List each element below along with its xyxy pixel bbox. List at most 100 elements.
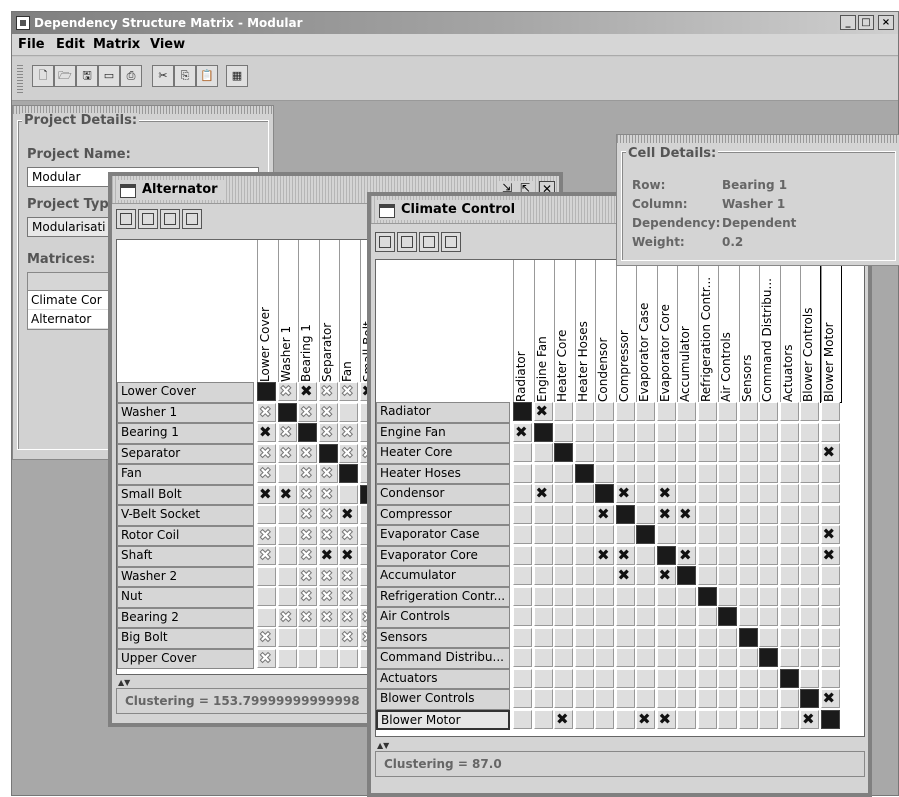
matrix-cell[interactable] [697, 709, 717, 729]
matrix-cell[interactable] [738, 443, 758, 462]
matrix-cell[interactable] [677, 525, 696, 544]
matrix-cell[interactable] [574, 709, 594, 729]
row-header[interactable]: Fan [117, 464, 254, 485]
new-icon[interactable]: 🗋 [32, 65, 54, 87]
matrix-cell[interactable] [636, 463, 655, 483]
diagonal-cell[interactable] [615, 504, 635, 524]
matrix-cell[interactable] [636, 484, 655, 503]
row-header[interactable]: Bearing 2 [117, 607, 254, 628]
weak-dependency-cell[interactable] [339, 382, 358, 401]
matrix-cell[interactable] [800, 463, 819, 483]
row-header[interactable]: Sensors [376, 627, 510, 648]
column-header[interactable]: Evaporator Core [656, 260, 678, 402]
matrix-cell[interactable] [554, 689, 573, 708]
matrix-cell[interactable] [595, 607, 614, 626]
diagonal-cell[interactable] [595, 484, 614, 503]
weak-dependency-cell[interactable] [318, 566, 338, 586]
column-header[interactable]: Blower Controls [800, 260, 821, 402]
dependency-cell[interactable] [800, 709, 819, 729]
matrix-cell[interactable] [339, 402, 358, 422]
matrix-cell[interactable] [820, 607, 840, 626]
matrix-cell[interactable] [277, 587, 297, 606]
matrix-cell[interactable] [656, 422, 676, 442]
matrix-cell[interactable] [339, 648, 358, 668]
matrix-cell[interactable] [738, 689, 758, 708]
dependency-cell[interactable] [656, 484, 676, 503]
matrix-cell[interactable] [257, 505, 276, 524]
matrix-cell[interactable] [820, 627, 840, 647]
matrix-cell[interactable] [800, 484, 819, 503]
matrix-cell[interactable] [697, 566, 717, 585]
matrix-cell[interactable] [759, 463, 778, 483]
matrix-cell[interactable] [513, 607, 532, 626]
matrix-cell[interactable] [759, 607, 778, 626]
save-icon[interactable]: 🖫 [76, 65, 98, 87]
matrix-cell[interactable] [779, 545, 799, 565]
matrix-cell[interactable] [554, 607, 573, 626]
matrix-cell[interactable] [656, 689, 676, 708]
matrix-cell[interactable] [820, 463, 840, 483]
matrix-cell[interactable] [636, 545, 655, 565]
matrix-cell[interactable] [800, 422, 819, 442]
matrix-cell[interactable] [718, 504, 737, 524]
row-header[interactable]: Radiator [376, 402, 510, 423]
minimize-button[interactable]: _ [840, 15, 856, 30]
weak-dependency-cell[interactable] [298, 607, 317, 627]
matrix-cell[interactable] [759, 525, 778, 544]
matrix-cell[interactable] [677, 627, 696, 647]
matrix-cell[interactable] [677, 648, 696, 667]
matrix-cell[interactable] [800, 545, 819, 565]
matrix-cell[interactable] [574, 484, 594, 503]
matrix-cell[interactable] [656, 402, 676, 421]
matrix-cell[interactable] [697, 545, 717, 565]
row-header[interactable]: Heater Core [376, 443, 510, 464]
column-header[interactable]: Lower Cover [257, 240, 278, 382]
matrix-cell[interactable] [615, 668, 635, 688]
matrix-cell[interactable] [738, 422, 758, 442]
dependency-cell[interactable] [615, 484, 635, 503]
split-view-icon[interactable] [375, 232, 395, 252]
matrix-cell[interactable] [779, 484, 799, 503]
weak-dependency-cell[interactable] [277, 382, 297, 401]
menu-matrix[interactable]: Matrix [93, 37, 140, 52]
diagonal-cell[interactable] [779, 668, 799, 688]
matrix-cell[interactable] [677, 402, 696, 421]
weak-dependency-cell[interactable] [298, 546, 317, 565]
matrix-cell[interactable] [554, 566, 573, 585]
matrix-cell[interactable] [677, 709, 696, 729]
matrix-cell[interactable] [779, 402, 799, 421]
weak-dependency-cell[interactable] [318, 402, 338, 422]
matrix-cell[interactable] [595, 689, 614, 708]
weak-dependency-cell[interactable] [257, 648, 276, 668]
matrix-cell[interactable] [779, 504, 799, 524]
weak-dependency-cell[interactable] [318, 423, 338, 442]
matrix-cell[interactable] [697, 443, 717, 462]
matrix-cell[interactable] [738, 709, 758, 729]
matrix-cell[interactable] [800, 586, 819, 606]
row-header[interactable]: Air Controls [376, 607, 510, 628]
matrix-cell[interactable] [759, 484, 778, 503]
weak-dependency-cell[interactable] [298, 525, 317, 545]
matrix-cell[interactable] [595, 422, 614, 442]
diagonal-cell[interactable] [513, 402, 532, 421]
matrix-cell[interactable] [574, 422, 594, 442]
column-header[interactable]: Sensors [738, 260, 760, 402]
matrix-cell[interactable] [820, 648, 840, 667]
matrix-cell[interactable] [759, 566, 778, 585]
weak-dependency-cell[interactable] [257, 402, 276, 422]
matrix-cell[interactable] [339, 484, 358, 504]
matrix-cell[interactable] [738, 607, 758, 626]
panel-grip[interactable] [617, 135, 899, 143]
matrix-cell[interactable] [533, 504, 553, 524]
matrix-cell[interactable] [718, 566, 737, 585]
matrix-cell[interactable] [718, 709, 737, 729]
dependency-cell[interactable] [339, 546, 358, 565]
matrix-cell[interactable] [615, 648, 635, 667]
matrix-cell[interactable] [533, 566, 553, 585]
matrix-cell[interactable] [277, 546, 297, 565]
matrix-cell[interactable] [656, 607, 676, 626]
matrix-cell[interactable] [656, 668, 676, 688]
matrix-cell[interactable] [277, 628, 297, 647]
diagonal-cell[interactable] [677, 566, 696, 585]
matrix-cell[interactable] [595, 648, 614, 667]
